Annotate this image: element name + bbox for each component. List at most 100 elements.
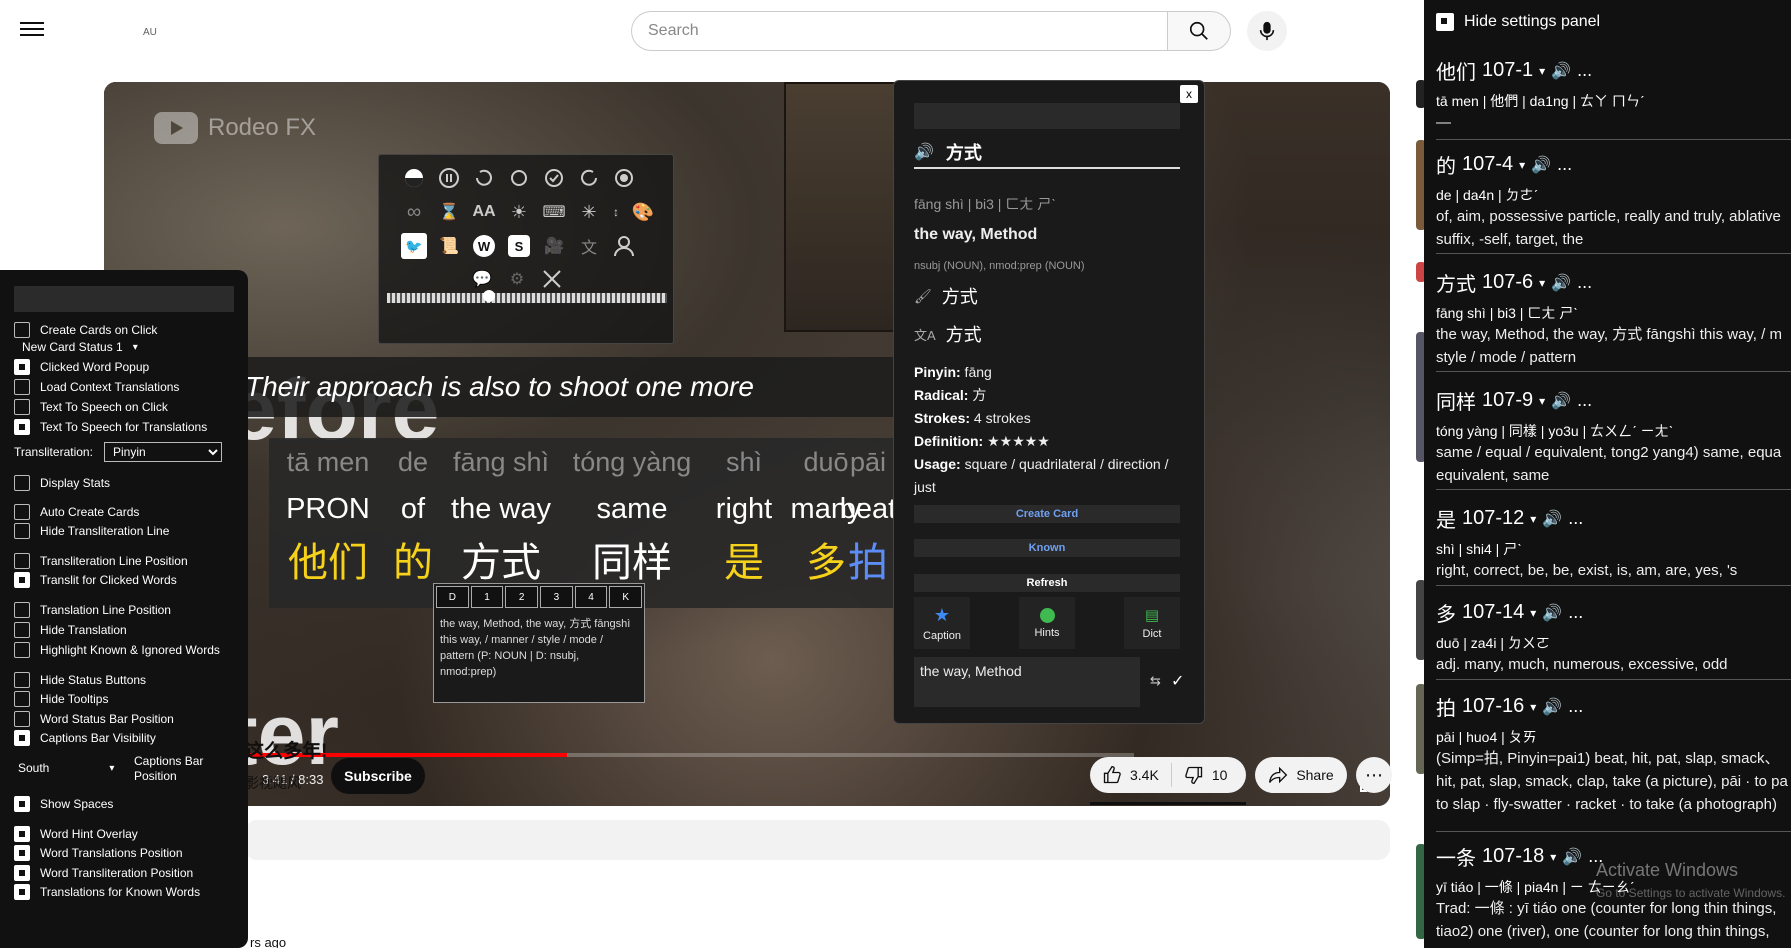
caption-word[interactable]: pāi beat 拍 <box>837 438 899 594</box>
chevron-down-icon[interactable]: ▾ <box>1539 276 1545 290</box>
contrast-icon[interactable] <box>401 165 427 191</box>
word-entry[interactable]: 他们 107-1 ▾ 🔊... tā men | 他們 | da1ng | ㄊㄚ ㄇㄣ… <box>1436 56 1791 140</box>
transliteration-select[interactable]: Pinyin <box>104 442 222 462</box>
checkbox[interactable] <box>14 826 30 842</box>
checkbox[interactable] <box>14 845 30 861</box>
hints-tool-button[interactable]: Hints <box>1019 597 1075 649</box>
close-button[interactable]: x <box>1180 85 1198 103</box>
more-icon[interactable]: ... <box>1577 60 1592 81</box>
checkbox[interactable] <box>14 419 30 435</box>
setting-create-cards-on-click[interactable]: Create Cards on Click <box>14 322 157 338</box>
video-progress-bar[interactable] <box>234 753 1134 757</box>
search-input[interactable] <box>631 11 1167 51</box>
chat-icon[interactable]: 💬 <box>469 266 495 292</box>
setting-highlight-known-words[interactable]: Highlight Known & Ignored Words <box>14 642 220 658</box>
keyboard-icon[interactable]: ⌨ <box>541 199 567 225</box>
status-button-3[interactable]: 3 <box>540 586 573 608</box>
loop-icon[interactable] <box>506 165 532 191</box>
checkbox[interactable] <box>14 884 30 900</box>
word-entry[interactable]: 拍 107-16 ▾ 🔊... pāi | huo4 | ㄆㄞ (Simp=拍, Pi… <box>1436 692 1791 832</box>
setting-load-context-translations[interactable]: Load Context Translations <box>14 379 179 395</box>
chevron-down-icon[interactable]: ▾ <box>1519 158 1525 172</box>
create-card-button[interactable]: Create Card <box>914 505 1180 523</box>
checkbox[interactable] <box>1436 13 1454 31</box>
setting-hide-translation[interactable]: Hide Translation <box>14 622 127 638</box>
checkbox[interactable] <box>14 572 30 588</box>
confirm-icon[interactable]: ✓ <box>1171 671 1184 691</box>
status-button-4[interactable]: 4 <box>574 586 608 608</box>
checkbox[interactable] <box>14 475 30 491</box>
setting-translation-line-position[interactable]: Translation Line Position <box>14 602 171 618</box>
user-icon[interactable] <box>611 233 637 259</box>
checkbox[interactable] <box>14 504 30 520</box>
channel-name[interactable]: 影视飓风 <box>245 773 301 793</box>
more-icon[interactable]: ... <box>1568 696 1583 717</box>
checkbox[interactable] <box>14 399 30 415</box>
speaker-icon[interactable]: 🔊 <box>1562 847 1582 867</box>
checkbox[interactable] <box>14 730 30 746</box>
translation-note-input[interactable]: the way, Method <box>914 657 1140 707</box>
setting-hide-transliteration-line[interactable]: Hide Transliteration Line <box>14 523 169 539</box>
subscribe-button[interactable]: Subscribe <box>331 758 425 794</box>
word-entry[interactable]: 多 107-14 ▾ 🔊... duō | za4i | ㄉㄨㄛ adj. many,… <box>1436 598 1791 680</box>
status-button-2[interactable]: 2 <box>505 586 539 608</box>
dictionary-search-input[interactable] <box>914 103 1180 129</box>
captions-position-select[interactable]: South ▾ <box>18 761 114 775</box>
dislike-button[interactable]: 10 <box>1172 757 1240 793</box>
brightness-icon[interactable]: ☀ <box>506 199 532 225</box>
known-button[interactable]: Known <box>914 539 1180 557</box>
setting-display-stats[interactable]: Display Stats <box>14 475 110 491</box>
settings-filter-input[interactable] <box>14 286 234 312</box>
close-icon[interactable] <box>539 266 565 292</box>
setting-hide-tooltips[interactable]: Hide Tooltips <box>14 691 108 707</box>
checkbox[interactable] <box>14 379 30 395</box>
status-button-k[interactable]: K <box>609 586 643 608</box>
stepper-icon[interactable]: ↕ <box>611 199 621 225</box>
more-icon[interactable]: ... <box>1577 390 1592 411</box>
bird-icon[interactable]: 🐦 <box>401 233 427 259</box>
refresh-button[interactable]: Refresh <box>914 574 1180 592</box>
caption-word[interactable]: tā men PRON 他们 <box>269 438 387 594</box>
checkbox[interactable] <box>14 523 30 539</box>
setting-tts-on-click[interactable]: Text To Speech on Click <box>14 399 168 415</box>
checkbox[interactable] <box>14 359 30 375</box>
speaker-icon[interactable]: 🔊 <box>914 142 934 162</box>
setting-captions-bar-visibility[interactable]: Captions Bar Visibility <box>14 730 156 746</box>
menu-icon[interactable] <box>20 18 44 42</box>
more-icon[interactable]: ... <box>1577 272 1592 293</box>
setting-hide-status-buttons[interactable]: Hide Status Buttons <box>14 672 146 688</box>
setting-word-translations-position[interactable]: Word Translations Position <box>14 845 183 861</box>
like-button[interactable]: 3.4K <box>1090 757 1171 793</box>
speaker-icon[interactable]: 🔊 <box>1551 391 1571 411</box>
setting-clicked-word-popup[interactable]: Clicked Word Popup <box>14 359 149 375</box>
video-camera-icon[interactable]: 🎥 <box>541 233 567 259</box>
setting-transliteration-line-position[interactable]: Transliteration Line Position <box>14 553 188 569</box>
hourglass-icon[interactable]: ⌛ <box>436 199 462 225</box>
new-card-status-select[interactable]: New Card Status 1 ▾ <box>22 340 138 354</box>
checkbox[interactable] <box>14 711 30 727</box>
auto-pause-icon[interactable] <box>541 165 567 191</box>
chevron-down-icon[interactable]: ▾ <box>1539 394 1545 408</box>
replay-icon[interactable] <box>471 165 497 191</box>
setting-tts-for-translations[interactable]: Text To Speech for Translations <box>14 419 207 435</box>
play-pause-icon[interactable] <box>436 165 462 191</box>
chevron-down-icon[interactable]: ▾ <box>1530 700 1536 714</box>
scroll-icon[interactable]: 📜 <box>436 233 462 259</box>
speaker-icon[interactable]: 🔊 <box>1542 697 1562 717</box>
checkbox[interactable] <box>14 602 30 618</box>
dict-tool-button[interactable]: ▤ Dict <box>1124 597 1180 649</box>
checkbox[interactable] <box>14 865 30 881</box>
chevron-down-icon[interactable]: ▾ <box>1530 512 1536 526</box>
chevron-down-icon[interactable]: ▾ <box>1550 850 1556 864</box>
search-button[interactable] <box>1167 11 1231 51</box>
checkbox[interactable] <box>14 672 30 688</box>
description-box[interactable] <box>245 820 1390 860</box>
forward-icon[interactable] <box>576 165 602 191</box>
speed-slider-knob[interactable] <box>483 290 495 302</box>
caption-word[interactable]: fāng shì the way 方式 <box>442 438 560 594</box>
palette-icon[interactable]: 🎨 <box>630 199 656 225</box>
word-entry[interactable]: 同样 107-9 ▾ 🔊... tóng yàng | 同樣 | yo3u | ㄊㄨㄥ… <box>1436 386 1791 490</box>
setting-auto-create-cards[interactable]: Auto Create Cards <box>14 504 139 520</box>
setting-translations-for-known-words[interactable]: Translations for Known Words <box>14 884 200 900</box>
word-entry[interactable]: 方式 107-6 ▾ 🔊... fāng shì | bi3 | ㄈㄤ ㄕˋ the … <box>1436 268 1791 372</box>
